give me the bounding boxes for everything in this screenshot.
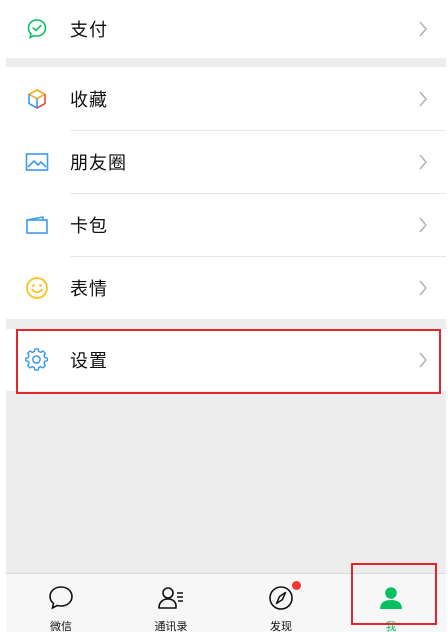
pay-label: 支付 [70,20,108,41]
tab-contacts[interactable]: 通讯录 [116,574,226,632]
compass-icon [269,586,293,610]
cards-row[interactable]: 卡包 [6,193,446,256]
chevron-right-icon [419,217,427,232]
card-wallet-icon [25,213,49,237]
settings-highlight-box [16,329,441,394]
chat-bubble-icon [49,586,73,610]
me-tab-highlight-box [351,563,437,625]
stickers-row[interactable]: 表情 [6,256,446,319]
tab-chats[interactable]: 微信 [6,574,116,632]
stickers-label: 表情 [70,278,108,300]
contacts-icon [158,587,183,609]
pay-row[interactable]: 支付 [6,0,446,58]
pay-icon [25,17,49,41]
tab-discover[interactable]: 发现 [226,574,336,632]
discover-badge-dot [292,581,301,590]
tab-label: 微信 [50,620,72,632]
cards-label: 卡包 [70,215,108,237]
tab-label: 通讯录 [154,620,188,632]
moments-label: 朋友圈 [70,152,127,174]
moments-row[interactable]: 朋友圈 [6,130,446,193]
chevron-right-icon [419,154,427,169]
me-page: 支付 收藏 朋友圈 卡包 表情 设置 微信 通讯录 发现 我 [6,0,446,632]
tools-group: 收藏 朋友圈 卡包 表情 [6,67,446,319]
chevron-right-icon [419,280,427,295]
favorites-row[interactable]: 收藏 [6,67,446,130]
moments-image-icon [25,150,49,174]
chevron-right-icon [419,91,427,106]
chevron-right-icon [419,21,427,37]
pay-group: 支付 [6,0,446,58]
tab-label: 发现 [270,620,292,632]
favorites-cube-icon [25,87,49,111]
smiley-face-icon [25,276,49,300]
favorites-label: 收藏 [70,89,108,111]
